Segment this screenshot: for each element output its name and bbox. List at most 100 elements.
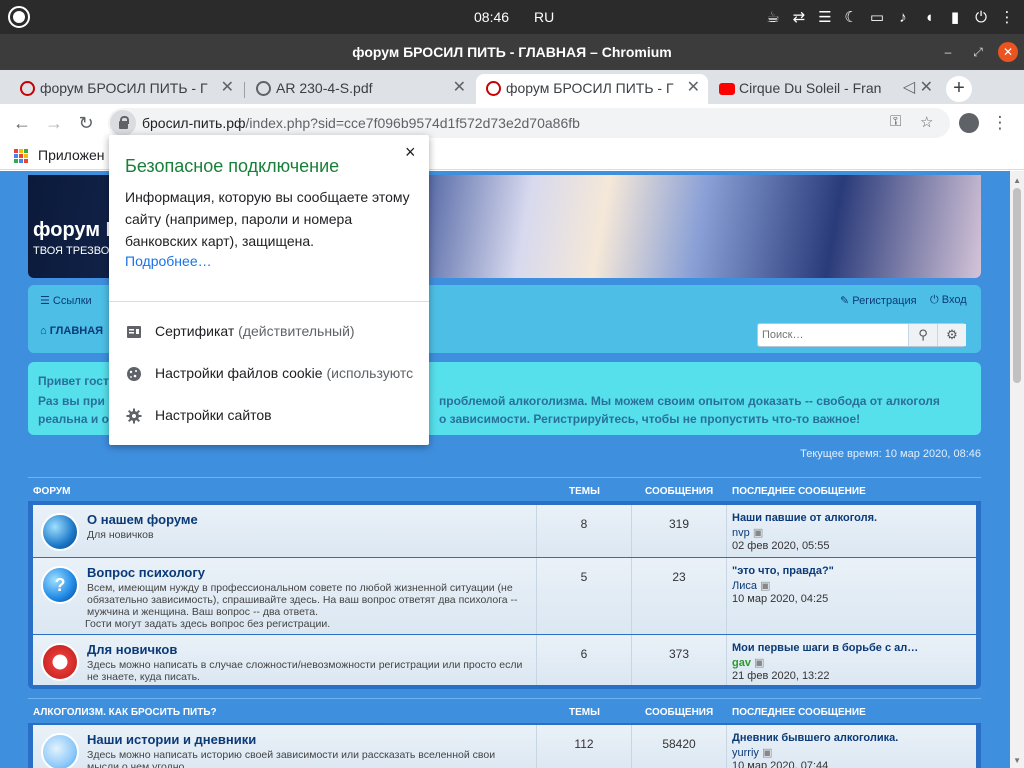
close-icon[interactable]: × bbox=[405, 142, 416, 163]
login-link[interactable]: ⏻ Вход bbox=[930, 294, 967, 307]
welcome-text-right-1: проблемой алкоголизма. Мы можем своим оп… bbox=[439, 394, 940, 408]
notification-bell-icon[interactable]: ♪ bbox=[894, 9, 912, 26]
author-name: yurriy bbox=[732, 747, 759, 759]
forum-title-link[interactable]: Наши истории и дневники bbox=[87, 732, 256, 747]
tab-pdf[interactable]: AR 230-4-S.pdf ✕ bbox=[246, 74, 474, 104]
scroll-up-arrow-icon[interactable]: ▲ bbox=[1013, 176, 1021, 185]
nav-links[interactable]: ☰ Ссылки bbox=[40, 294, 92, 307]
tab-close-icon[interactable]: ✕ bbox=[920, 74, 933, 102]
forward-arrow-icon[interactable]: → bbox=[42, 111, 66, 135]
os-menu-icon[interactable] bbox=[8, 6, 30, 28]
forum-title-link[interactable]: Для новичков bbox=[87, 642, 177, 657]
cell-divider bbox=[631, 635, 632, 685]
view-post-icon[interactable]: ▣ bbox=[762, 747, 772, 759]
window-controls: – ⤢ ✕ bbox=[938, 42, 1018, 62]
volume-icon[interactable]: ◖ bbox=[920, 9, 938, 26]
breadcrumb-home[interactable]: ⌂ ГЛАВНАЯ bbox=[40, 325, 103, 337]
apps-grid-icon[interactable] bbox=[14, 149, 28, 163]
tab-audio-icon[interactable]: ◁ bbox=[903, 74, 915, 102]
posts-count: 319 bbox=[668, 517, 690, 531]
site-settings-label: Настройки сайтов bbox=[155, 407, 272, 423]
forum-search: ⚲ ⚙ bbox=[757, 323, 966, 347]
profile-avatar-icon[interactable] bbox=[959, 113, 979, 133]
back-arrow-icon[interactable]: ← bbox=[10, 111, 34, 135]
close-window-icon[interactable]: ✕ bbox=[998, 42, 1018, 62]
topics-count: 8 bbox=[580, 517, 588, 531]
tab-close-icon[interactable]: ✕ bbox=[453, 74, 466, 102]
forum-table-body-2: Наши истории и дневники Здесь можно напи… bbox=[28, 723, 981, 768]
cookie-settings-item[interactable]: Настройки файлов cookie (используются) bbox=[109, 354, 429, 394]
tab-youtube[interactable]: Cirque Du Soleil - Fran ◁ ✕ bbox=[709, 74, 941, 104]
bookmark-star-icon[interactable]: ☆ bbox=[920, 113, 933, 131]
folder-icon[interactable]: ▭ bbox=[868, 8, 886, 26]
window-title-bar[interactable]: форум БРОСИЛ ПИТЬ - ГЛАВНАЯ – Chromium –… bbox=[0, 34, 1024, 70]
kebab-menu-icon[interactable]: ⋮ bbox=[988, 111, 1012, 135]
advanced-search-gear-icon[interactable]: ⚙ bbox=[937, 324, 966, 346]
cell-divider bbox=[631, 725, 632, 768]
last-post-date: 10 мар 2020, 04:25 bbox=[732, 593, 829, 605]
search-input[interactable] bbox=[758, 324, 908, 346]
view-post-icon[interactable]: ▣ bbox=[760, 580, 770, 592]
welcome-greeting: Привет гост bbox=[38, 374, 109, 388]
url-text[interactable]: бросил-пить.рф/index.php?sid=cce7f096b95… bbox=[142, 115, 580, 131]
search-icon[interactable]: ⚲ bbox=[908, 324, 937, 346]
author-name: nvp bbox=[732, 527, 750, 539]
coffee-icon[interactable]: ☕ bbox=[764, 8, 782, 26]
last-post-title-link[interactable]: "это что, правда?" bbox=[732, 565, 834, 577]
network-arrows-icon[interactable]: ⇄ bbox=[790, 8, 808, 26]
last-post-author-link[interactable]: Лиса ▣ bbox=[732, 579, 770, 592]
last-post-author-link[interactable]: yurriy ▣ bbox=[732, 746, 772, 759]
site-settings-item[interactable]: Настройки сайтов bbox=[109, 396, 429, 436]
view-post-icon[interactable]: ▣ bbox=[753, 527, 763, 539]
last-post-title-link[interactable]: Дневник бывшего алкоголика. bbox=[732, 732, 898, 744]
screen: 08:46 RU ☕ ⇄ ☰ ☾ ▭ ♪ ◖ ▮ ⏻ ⋮ форум БРОСИ… bbox=[0, 0, 1024, 768]
forum-title-link[interactable]: Вопрос психологу bbox=[87, 565, 205, 580]
youtube-icon bbox=[719, 83, 735, 95]
maximize-icon[interactable]: ⤢ bbox=[968, 42, 988, 62]
banner-subtitle: ТВОЯ ТРЕЗВО bbox=[33, 245, 110, 257]
view-post-icon[interactable]: ▣ bbox=[754, 657, 764, 669]
certificate-item[interactable]: Сертификат (действительный) bbox=[109, 312, 429, 352]
os-clock[interactable]: 08:46 bbox=[474, 9, 509, 25]
forum-title-link[interactable]: О нашем форуме bbox=[87, 512, 198, 527]
breadcrumb-home-label: ГЛАВНАЯ bbox=[49, 325, 104, 337]
apps-bookmark[interactable]: Приложен bbox=[38, 147, 105, 163]
last-post-author-link[interactable]: nvp ▣ bbox=[732, 526, 763, 539]
key-icon[interactable]: ⚿ bbox=[890, 113, 901, 130]
cell-divider bbox=[536, 635, 537, 685]
cell-divider bbox=[631, 505, 632, 557]
col-topics: ТЕМЫ bbox=[569, 707, 600, 718]
tab-forum-1[interactable]: форум БРОСИЛ ПИТЬ - Г ✕ bbox=[10, 74, 242, 104]
battery-icon[interactable]: ▮ bbox=[946, 8, 964, 26]
address-bar[interactable]: бросил-пить.рф/index.php?sid=cce7f096b95… bbox=[108, 108, 950, 138]
tab-forum-active[interactable]: форум БРОСИЛ ПИТЬ - Г ✕ bbox=[476, 74, 708, 104]
last-post-title-link[interactable]: Мои первые шаги в борьбе с ал… bbox=[732, 642, 918, 654]
popup-title: Безопасное подключение bbox=[125, 156, 340, 176]
night-mode-icon[interactable]: ☾ bbox=[842, 8, 860, 26]
register-link[interactable]: ✎ Регистрация bbox=[840, 294, 917, 307]
welcome-text-left-1: Раз вы при bbox=[38, 394, 105, 408]
power-icon[interactable]: ⏻ bbox=[972, 9, 990, 26]
last-post-author-link[interactable]: gav ▣ bbox=[732, 656, 764, 669]
minimize-icon[interactable]: – bbox=[938, 42, 958, 62]
keyboard-layout-indicator[interactable]: RU bbox=[534, 9, 554, 25]
col-posts: СООБЩЕНИЯ bbox=[645, 707, 714, 718]
tab-close-icon[interactable]: ✕ bbox=[221, 74, 234, 102]
scroll-down-arrow-icon[interactable]: ▼ bbox=[1013, 756, 1021, 765]
forum-table-body: О нашем форуме Для новичков 8 319 Наши п… bbox=[28, 501, 981, 689]
menu-icon[interactable]: ⋮ bbox=[998, 8, 1016, 26]
scroll-thumb[interactable] bbox=[1013, 188, 1021, 383]
posts-count: 58420 bbox=[662, 737, 696, 751]
last-post-title-link[interactable]: Наши павшие от алкоголя. bbox=[732, 512, 877, 524]
new-tab-button[interactable]: + bbox=[946, 76, 972, 102]
learn-more-link[interactable]: Подробнее… bbox=[125, 253, 212, 269]
url-path: /index.php?sid=cce7f096b9574d1f572d73e2d… bbox=[245, 115, 580, 131]
system-tray: ☕ ⇄ ☰ ☾ ▭ ♪ ◖ ▮ ⏻ ⋮ bbox=[764, 6, 1016, 28]
sliders-icon[interactable]: ☰ bbox=[816, 8, 834, 26]
window-title: форум БРОСИЛ ПИТЬ - ГЛАВНАЯ – Chromium bbox=[352, 44, 672, 60]
reload-icon[interactable]: ↻ bbox=[74, 111, 98, 135]
tab-close-icon[interactable]: ✕ bbox=[687, 74, 700, 102]
last-post-date: 02 фев 2020, 05:55 bbox=[732, 540, 830, 552]
cell-divider bbox=[536, 725, 537, 768]
lock-icon[interactable] bbox=[110, 110, 136, 136]
